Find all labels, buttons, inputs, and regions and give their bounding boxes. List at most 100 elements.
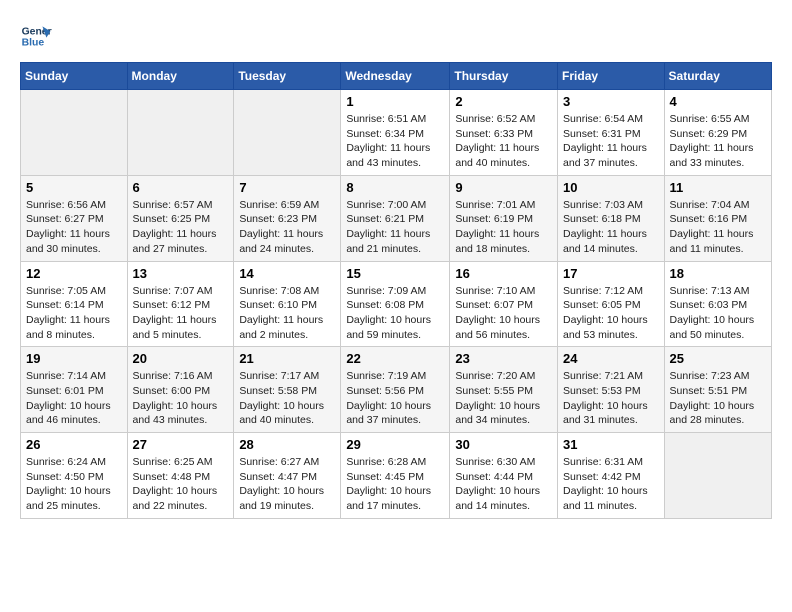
calendar-day-cell: 15Sunrise: 7:09 AM Sunset: 6:08 PM Dayli… xyxy=(341,261,450,347)
weekday-header-monday: Monday xyxy=(127,63,234,90)
day-info: Sunrise: 7:12 AM Sunset: 6:05 PM Dayligh… xyxy=(563,284,659,343)
weekday-header-sunday: Sunday xyxy=(21,63,128,90)
calendar-day-cell: 21Sunrise: 7:17 AM Sunset: 5:58 PM Dayli… xyxy=(234,347,341,433)
day-number: 4 xyxy=(670,94,766,109)
day-info: Sunrise: 7:10 AM Sunset: 6:07 PM Dayligh… xyxy=(455,284,552,343)
calendar-day-cell: 20 Sunrise: 7:16 AM Sunset: 6:00 PM Dayli… xyxy=(127,347,234,433)
weekday-header-saturday: Saturday xyxy=(664,63,771,90)
weekday-header-thursday: Thursday xyxy=(450,63,558,90)
calendar-day-cell: 17Sunrise: 7:12 AM Sunset: 6:05 PM Dayli… xyxy=(558,261,665,347)
day-info: Sunrise: 7:03 AM Sunset: 6:18 PM Dayligh… xyxy=(563,198,659,257)
day-number: 22 xyxy=(346,351,444,366)
day-info: Sunrise: 7:08 AM Sunset: 6:10 PM Dayligh… xyxy=(239,284,335,343)
day-number: 28 xyxy=(239,437,335,452)
calendar-day-cell: 1Sunrise: 6:51 AM Sunset: 6:34 PM Daylig… xyxy=(341,90,450,176)
day-info: Sunrise: 6:25 AM Sunset: 4:48 PM Dayligh… xyxy=(133,455,229,514)
day-number: 26 xyxy=(26,437,122,452)
day-number: 11 xyxy=(670,180,766,195)
calendar-day-cell: 12Sunrise: 7:05 AM Sunset: 6:14 PM Dayli… xyxy=(21,261,128,347)
day-info: Sunrise: 7:21 AM Sunset: 5:53 PM Dayligh… xyxy=(563,369,659,428)
logo-icon: General Blue xyxy=(20,20,52,52)
calendar-day-cell: 13 Sunrise: 7:07 AM Sunset: 6:12 PM Dayli… xyxy=(127,261,234,347)
calendar-day-cell: 11Sunrise: 7:04 AM Sunset: 6:16 PM Dayli… xyxy=(664,175,771,261)
calendar-week-row: 1Sunrise: 6:51 AM Sunset: 6:34 PM Daylig… xyxy=(21,90,772,176)
calendar-day-cell: 9 Sunrise: 7:01 AM Sunset: 6:19 PM Daylig… xyxy=(450,175,558,261)
calendar-day-cell xyxy=(664,433,771,519)
calendar-day-cell: 3 Sunrise: 6:54 AM Sunset: 6:31 PM Daylig… xyxy=(558,90,665,176)
day-number: 5 xyxy=(26,180,122,195)
day-number: 21 xyxy=(239,351,335,366)
logo: General Blue xyxy=(20,20,52,52)
day-info: Sunrise: 6:51 AM Sunset: 6:34 PM Dayligh… xyxy=(346,112,444,171)
day-number: 3 xyxy=(563,94,659,109)
day-number: 19 xyxy=(26,351,122,366)
calendar-day-cell xyxy=(234,90,341,176)
calendar-day-cell: 24 Sunrise: 7:21 AM Sunset: 5:53 PM Dayli… xyxy=(558,347,665,433)
day-number: 31 xyxy=(563,437,659,452)
calendar-day-cell: 7Sunrise: 6:59 AM Sunset: 6:23 PM Daylig… xyxy=(234,175,341,261)
calendar-week-row: 5 Sunrise: 6:56 AM Sunset: 6:27 PM Daylig… xyxy=(21,175,772,261)
calendar-day-cell: 19 Sunrise: 7:14 AM Sunset: 6:01 PM Dayli… xyxy=(21,347,128,433)
day-info: Sunrise: 6:57 AM Sunset: 6:25 PM Dayligh… xyxy=(133,198,229,257)
day-number: 13 xyxy=(133,266,229,281)
day-info: Sunrise: 6:24 AM Sunset: 4:50 PM Dayligh… xyxy=(26,455,122,514)
day-info: Sunrise: 7:05 AM Sunset: 6:14 PM Dayligh… xyxy=(26,284,122,343)
calendar-day-cell: 2 Sunrise: 6:52 AM Sunset: 6:33 PM Daylig… xyxy=(450,90,558,176)
day-number: 23 xyxy=(455,351,552,366)
calendar-day-cell: 5 Sunrise: 6:56 AM Sunset: 6:27 PM Daylig… xyxy=(21,175,128,261)
calendar-day-cell: 29 Sunrise: 6:28 AM Sunset: 4:45 PM Dayli… xyxy=(341,433,450,519)
calendar-day-cell: 18Sunrise: 7:13 AM Sunset: 6:03 PM Dayli… xyxy=(664,261,771,347)
day-number: 18 xyxy=(670,266,766,281)
day-info: Sunrise: 6:31 AM Sunset: 4:42 PM Dayligh… xyxy=(563,455,659,514)
day-number: 24 xyxy=(563,351,659,366)
calendar-week-row: 26 Sunrise: 6:24 AM Sunset: 4:50 PM Dayli… xyxy=(21,433,772,519)
calendar-day-cell: 23 Sunrise: 7:20 AM Sunset: 5:55 PM Dayli… xyxy=(450,347,558,433)
calendar-day-cell: 16 Sunrise: 7:10 AM Sunset: 6:07 PM Dayli… xyxy=(450,261,558,347)
calendar-day-cell: 8Sunrise: 7:00 AM Sunset: 6:21 PM Daylig… xyxy=(341,175,450,261)
day-info: Sunrise: 7:07 AM Sunset: 6:12 PM Dayligh… xyxy=(133,284,229,343)
page-header: General Blue xyxy=(20,20,772,52)
day-info: Sunrise: 6:52 AM Sunset: 6:33 PM Dayligh… xyxy=(455,112,552,171)
calendar-week-row: 19 Sunrise: 7:14 AM Sunset: 6:01 PM Dayli… xyxy=(21,347,772,433)
day-info: Sunrise: 7:01 AM Sunset: 6:19 PM Dayligh… xyxy=(455,198,552,257)
day-info: Sunrise: 6:54 AM Sunset: 6:31 PM Dayligh… xyxy=(563,112,659,171)
day-number: 30 xyxy=(455,437,552,452)
calendar-day-cell xyxy=(127,90,234,176)
day-number: 6 xyxy=(133,180,229,195)
calendar-day-cell: 10 Sunrise: 7:03 AM Sunset: 6:18 PM Dayli… xyxy=(558,175,665,261)
day-number: 16 xyxy=(455,266,552,281)
calendar-day-cell: 26 Sunrise: 6:24 AM Sunset: 4:50 PM Dayli… xyxy=(21,433,128,519)
day-info: Sunrise: 7:16 AM Sunset: 6:00 PM Dayligh… xyxy=(133,369,229,428)
calendar-day-cell: 22 Sunrise: 7:19 AM Sunset: 5:56 PM Dayli… xyxy=(341,347,450,433)
weekday-header-friday: Friday xyxy=(558,63,665,90)
day-info: Sunrise: 6:55 AM Sunset: 6:29 PM Dayligh… xyxy=(670,112,766,171)
day-number: 2 xyxy=(455,94,552,109)
day-number: 7 xyxy=(239,180,335,195)
day-info: Sunrise: 7:09 AM Sunset: 6:08 PM Dayligh… xyxy=(346,284,444,343)
day-info: Sunrise: 7:23 AM Sunset: 5:51 PM Dayligh… xyxy=(670,369,766,428)
day-info: Sunrise: 7:19 AM Sunset: 5:56 PM Dayligh… xyxy=(346,369,444,428)
day-number: 10 xyxy=(563,180,659,195)
calendar-day-cell: 30 Sunrise: 6:30 AM Sunset: 4:44 PM Dayli… xyxy=(450,433,558,519)
day-number: 14 xyxy=(239,266,335,281)
day-number: 27 xyxy=(133,437,229,452)
day-info: Sunrise: 6:28 AM Sunset: 4:45 PM Dayligh… xyxy=(346,455,444,514)
day-info: Sunrise: 7:20 AM Sunset: 5:55 PM Dayligh… xyxy=(455,369,552,428)
svg-text:Blue: Blue xyxy=(22,38,45,49)
day-info: Sunrise: 6:27 AM Sunset: 4:47 PM Dayligh… xyxy=(239,455,335,514)
weekday-header-wednesday: Wednesday xyxy=(341,63,450,90)
calendar-day-cell: 14 Sunrise: 7:08 AM Sunset: 6:10 PM Dayli… xyxy=(234,261,341,347)
day-number: 29 xyxy=(346,437,444,452)
day-number: 25 xyxy=(670,351,766,366)
day-number: 20 xyxy=(133,351,229,366)
day-info: Sunrise: 6:30 AM Sunset: 4:44 PM Dayligh… xyxy=(455,455,552,514)
day-info: Sunrise: 7:14 AM Sunset: 6:01 PM Dayligh… xyxy=(26,369,122,428)
calendar-day-cell: 28 Sunrise: 6:27 AM Sunset: 4:47 PM Dayli… xyxy=(234,433,341,519)
day-number: 9 xyxy=(455,180,552,195)
weekday-header-tuesday: Tuesday xyxy=(234,63,341,90)
calendar-day-cell: 6 Sunrise: 6:57 AM Sunset: 6:25 PM Daylig… xyxy=(127,175,234,261)
day-info: Sunrise: 7:00 AM Sunset: 6:21 PM Dayligh… xyxy=(346,198,444,257)
day-info: Sunrise: 6:56 AM Sunset: 6:27 PM Dayligh… xyxy=(26,198,122,257)
calendar-day-cell: 4 Sunrise: 6:55 AM Sunset: 6:29 PM Daylig… xyxy=(664,90,771,176)
calendar-week-row: 12Sunrise: 7:05 AM Sunset: 6:14 PM Dayli… xyxy=(21,261,772,347)
